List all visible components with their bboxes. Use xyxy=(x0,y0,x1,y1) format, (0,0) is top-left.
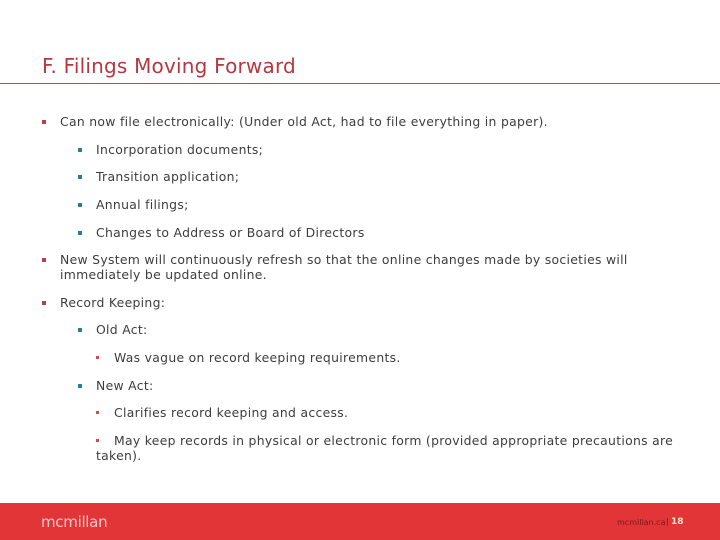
bullet-item: Can now file electronically: (Under old … xyxy=(42,114,548,129)
square-bullet-icon xyxy=(42,257,46,262)
bullet-item: May keep records in physical or electron… xyxy=(96,433,674,448)
footer-separator: | xyxy=(666,517,669,526)
bullet-item: Was vague on record keeping requirements… xyxy=(96,350,401,365)
square-bullet-icon xyxy=(78,147,82,152)
bullet-item: Annual filings; xyxy=(78,197,189,212)
bullet-text: Old Act: xyxy=(96,322,148,337)
bullet-item: Changes to Address or Board of Directors xyxy=(78,225,365,240)
footer-bar: mcmillan mcmillan.ca | 18 xyxy=(0,503,720,540)
bullet-item: Transition application; xyxy=(78,169,240,184)
page-number: 18 xyxy=(671,517,684,527)
square-bullet-icon xyxy=(96,439,99,442)
bullet-text: Was vague on record keeping requirements… xyxy=(114,350,401,365)
mcmillan-logo: mcmillan xyxy=(41,513,108,531)
square-bullet-icon xyxy=(96,356,99,359)
bullet-text: Transition application; xyxy=(96,169,240,184)
bullet-item: Record Keeping: xyxy=(42,295,166,310)
bullet-text-continuation: immediately be updated online. xyxy=(60,267,267,282)
bullet-item: Incorporation documents; xyxy=(78,142,264,157)
square-bullet-icon xyxy=(78,202,82,207)
bullet-text-continuation: taken). xyxy=(96,448,142,463)
square-bullet-icon xyxy=(78,174,82,179)
bullet-item: New System will continuously refresh so … xyxy=(42,252,628,267)
bullet-item: Old Act: xyxy=(78,322,148,337)
bullet-text: New Act: xyxy=(96,378,154,393)
title-divider xyxy=(0,83,720,84)
square-bullet-icon xyxy=(78,383,82,388)
square-bullet-icon xyxy=(78,327,82,332)
bullet-item: Clarifies record keeping and access. xyxy=(96,405,349,420)
square-bullet-icon xyxy=(42,119,46,124)
square-bullet-icon xyxy=(42,300,46,305)
bullet-text: Record Keeping: xyxy=(60,295,166,310)
square-bullet-icon xyxy=(78,230,82,235)
bullet-text: Incorporation documents; xyxy=(96,142,264,157)
bullet-text: Can now file electronically: (Under old … xyxy=(60,114,548,129)
square-bullet-icon xyxy=(96,411,99,414)
bullet-text: May keep records in physical or electron… xyxy=(114,433,674,448)
bullet-item: New Act: xyxy=(78,378,154,393)
bullet-text: Changes to Address or Board of Directors xyxy=(96,225,365,240)
footer-website: mcmillan.ca xyxy=(617,518,666,527)
bullet-text: Annual filings; xyxy=(96,197,189,212)
bullet-text: Clarifies record keeping and access. xyxy=(114,405,349,420)
bullet-text: New System will continuously refresh so … xyxy=(60,252,628,267)
slide-title: F. Filings Moving Forward xyxy=(42,54,296,78)
